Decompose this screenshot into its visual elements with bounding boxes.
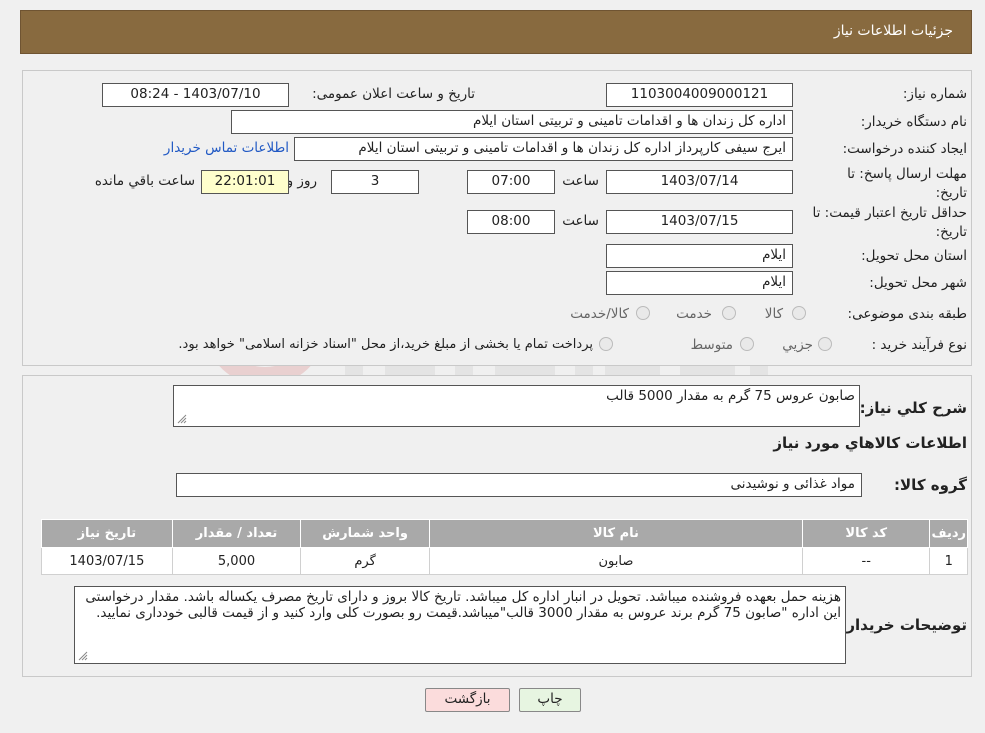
process-option-medium: متوسط xyxy=(690,337,733,353)
deadline-date-field: 1403/07/14 xyxy=(606,170,793,194)
time-remaining-label: ساعت باقي مانده xyxy=(94,173,195,189)
process-type-label: نوع فرآیند خرید : xyxy=(871,337,967,353)
table-row: 1 -- صابون گرم 5,000 1403/07/15 xyxy=(41,547,968,575)
resize-grip-icon[interactable] xyxy=(78,651,88,661)
col-quantity: تعداد / مقدار xyxy=(171,519,302,548)
goods-table-header: رديف کد کالا نام کالا واحد شمارش تعداد /… xyxy=(41,519,968,548)
days-remaining-field: 3 xyxy=(331,170,419,194)
announce-datetime-label: تاریخ و ساعت اعلان عمومی: xyxy=(312,86,475,102)
summary-label: شرح کلي نياز: xyxy=(859,399,967,417)
deadline-time-label: ساعت xyxy=(562,173,599,189)
need-number-label: شماره نیاز: xyxy=(902,86,967,102)
deadline-label-line1: مهلت ارسال پاسخ: تا xyxy=(847,166,967,182)
col-unit: واحد شمارش xyxy=(300,519,430,548)
print-button[interactable]: چاپ xyxy=(519,688,581,712)
process-radio-medium[interactable] xyxy=(740,337,754,351)
category-radio-goods[interactable] xyxy=(792,306,806,320)
goods-group-label: گروه کالا: xyxy=(894,476,967,494)
buyer-org-label: نام دستگاه خریدار: xyxy=(860,114,967,130)
validity-time-field: 08:00 xyxy=(467,210,555,234)
col-row-number: رديف xyxy=(929,519,968,548)
goods-group-field: مواد غذائی و نوشیدنی xyxy=(176,473,862,497)
validity-time-label: ساعت xyxy=(562,213,599,229)
days-label: روز و xyxy=(286,173,317,189)
time-remaining-field: 22:01:01 xyxy=(201,170,289,194)
cell-quantity: 5,000 xyxy=(171,547,302,575)
buyer-notes-textarea[interactable]: هزینه حمل بعهده فروشنده میباشد. تحویل در… xyxy=(74,586,846,664)
col-item-code: کد کالا xyxy=(802,519,931,548)
province-field: ایلام xyxy=(606,244,793,268)
category-label: طبقه بندی موضوعی: xyxy=(847,306,967,322)
back-button[interactable]: بازگشت xyxy=(425,688,510,712)
page-title: جزئیات اطلاعات نیاز xyxy=(833,23,953,39)
cell-unit: گرم xyxy=(300,547,430,575)
goods-info-heading: اطلاعات کالاهاي مورد نياز xyxy=(773,434,967,452)
buyer-notes-label: توضیحات خریدار: xyxy=(840,616,967,634)
process-option-minor: جزيي xyxy=(782,337,813,353)
city-field: ایلام xyxy=(606,271,793,295)
process-radio-minor[interactable] xyxy=(818,337,832,351)
province-label: استان محل تحویل: xyxy=(861,248,967,264)
cell-item-code: -- xyxy=(802,547,931,575)
validity-label-line2: تاریخ: xyxy=(935,224,967,240)
city-label: شهر محل تحویل: xyxy=(869,275,967,291)
cell-need-date: 1403/07/15 xyxy=(41,547,173,575)
announce-datetime-field: 1403/07/10 - 08:24 xyxy=(102,83,289,107)
buyer-org-field: اداره کل زندان ها و اقدامات تامینی و ترب… xyxy=(231,110,793,134)
col-need-date: تاریخ نیاز xyxy=(41,519,173,548)
treasury-note: پرداخت تمام یا بخشی از مبلغ خرید،از محل … xyxy=(178,337,593,352)
buyer-notes-text: هزینه حمل بعهده فروشنده میباشد. تحویل در… xyxy=(85,589,841,621)
category-radio-goods-service[interactable] xyxy=(636,306,650,320)
validity-date-field: 1403/07/15 xyxy=(606,210,793,234)
cell-row-number: 1 xyxy=(929,547,968,575)
need-number-field: 1103004009000121 xyxy=(606,83,793,107)
page-header: جزئیات اطلاعات نیاز xyxy=(20,10,972,54)
resize-grip-icon[interactable] xyxy=(177,414,187,424)
buyer-contact-link[interactable]: اطلاعات تماس خریدار xyxy=(164,140,289,156)
category-option-goods: کالا xyxy=(764,306,783,322)
col-item-name: نام کالا xyxy=(428,519,804,548)
category-option-service: خدمت xyxy=(676,306,712,322)
cell-item-name: صابون xyxy=(428,547,804,575)
requester-label: ایجاد کننده درخواست: xyxy=(842,141,967,157)
category-radio-service[interactable] xyxy=(722,306,736,320)
summary-textarea[interactable]: صابون عروس 75 گرم به مقدار 5000 قالب xyxy=(173,385,860,427)
deadline-label-line2: تاریخ: xyxy=(935,185,967,201)
summary-text: صابون عروس 75 گرم به مقدار 5000 قالب xyxy=(606,388,855,404)
requester-field: ایرج سیفی کارپرداز اداره کل زندان ها و ا… xyxy=(294,137,793,161)
deadline-time-field: 07:00 xyxy=(467,170,555,194)
category-option-goods-service: کالا/خدمت xyxy=(570,306,629,322)
treasury-checkbox[interactable] xyxy=(599,337,613,351)
validity-label-line1: حداقل تاریخ اعتبار قیمت: تا xyxy=(812,205,967,221)
goods-table: رديف کد کالا نام کالا واحد شمارش تعداد /… xyxy=(41,519,968,575)
